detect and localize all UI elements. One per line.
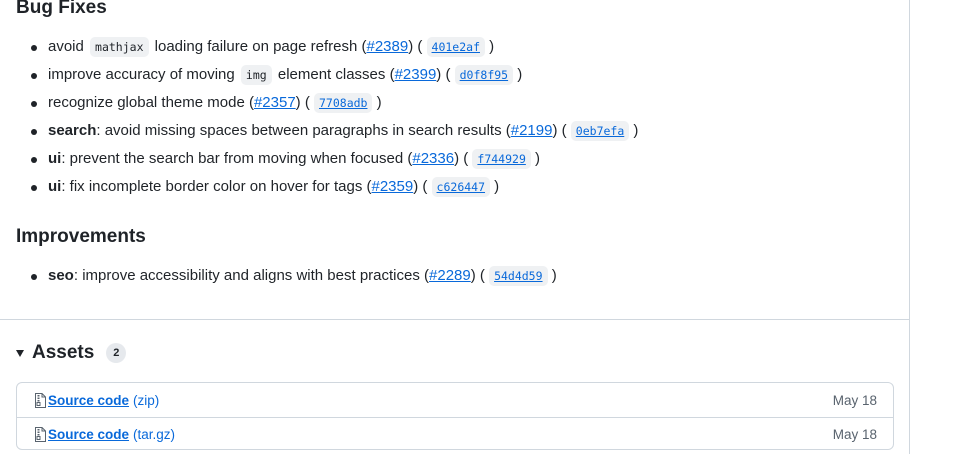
item-text: ) ( [552, 122, 571, 139]
item-text: ) ( [454, 150, 473, 167]
asset-extension[interactable]: (tar.gz) [133, 427, 175, 442]
file-zip-icon [35, 427, 46, 442]
scope-keyword: search [48, 122, 97, 139]
improvements-heading: Improvements [16, 226, 146, 247]
item-text: ) [485, 38, 495, 55]
commit-link[interactable]: 401e2af [426, 37, 485, 57]
item-text: : prevent the search bar from moving whe… [61, 150, 413, 167]
commit-link[interactable]: 0eb7efa [570, 121, 630, 141]
item-text: improve accuracy of moving [48, 66, 239, 83]
assets-list: Source code (zip) May 18 Source code (ta… [16, 382, 894, 450]
pull-request-link[interactable]: #2357 [254, 94, 296, 111]
scope-keyword: seo [48, 267, 74, 284]
assets-heading: Assets [32, 342, 95, 363]
item-text: ) [513, 66, 523, 83]
pull-request-link[interactable]: #2199 [511, 122, 553, 139]
item-text: ) [372, 94, 382, 111]
inline-code: mathjax [90, 37, 149, 57]
item-text: ) ( [408, 38, 427, 55]
pull-request-link[interactable]: #2336 [412, 150, 454, 167]
section-divider [0, 319, 910, 320]
item-text: loading failure on page refresh ( [150, 38, 367, 55]
asset-row: Source code (tar.gz) May 18 [17, 417, 893, 449]
commit-link[interactable]: 54d4d59 [489, 266, 548, 286]
list-item: ui: fix incomplete border color on hover… [30, 176, 638, 204]
pull-request-link[interactable]: #2389 [366, 38, 408, 55]
scope-keyword: ui [48, 150, 62, 167]
item-text: ) [490, 178, 500, 195]
asset-link[interactable]: Source code [48, 427, 129, 442]
item-text: ) ( [295, 94, 314, 111]
list-item: recognize global theme mode (#2357) ( 77… [30, 92, 638, 120]
commit-link[interactable]: d0f8f95 [454, 65, 514, 85]
asset-extension[interactable]: (zip) [133, 393, 159, 408]
item-text: ) [629, 122, 639, 139]
file-zip-icon [35, 392, 46, 408]
bug-fixes-list: avoid mathjax loading failure on page re… [30, 36, 638, 204]
asset-date: May 18 [832, 427, 877, 442]
item-text: : avoid missing spaces between paragraph… [96, 122, 511, 139]
pull-request-link[interactable]: #2289 [429, 267, 471, 284]
list-item: seo: improve accessibility and aligns wi… [30, 265, 557, 293]
list-item: improve accuracy of moving img element c… [30, 64, 638, 92]
commit-link[interactable]: 7708adb [314, 93, 373, 113]
pull-request-link[interactable]: #2359 [372, 178, 414, 195]
inline-code: img [240, 65, 272, 85]
scope-keyword: ui [48, 178, 62, 195]
list-item: search: avoid missing spaces between par… [30, 120, 638, 148]
assets-toggle[interactable]: Assets 2 [16, 340, 127, 366]
list-item: avoid mathjax loading failure on page re… [30, 36, 638, 64]
item-text: ) [530, 150, 541, 167]
commit-link[interactable]: c626447 [431, 177, 491, 197]
item-text: recognize global theme mode ( [48, 94, 254, 111]
item-text: : fix incomplete border color on hover f… [61, 178, 372, 195]
asset-row: Source code (zip) May 18 [17, 383, 893, 417]
asset-link[interactable]: Source code [48, 393, 129, 408]
bug-fixes-heading: Bug Fixes [16, 0, 107, 18]
asset-date: May 18 [832, 392, 877, 408]
pull-request-link[interactable]: #2399 [395, 66, 437, 83]
item-text: element classes ( [273, 66, 395, 83]
list-item: ui: prevent the search bar from moving w… [30, 148, 638, 176]
item-text: avoid [48, 38, 89, 55]
item-text: : improve accessibility and aligns with … [73, 267, 430, 284]
triangle-down-icon [16, 349, 24, 357]
item-text: ) ( [436, 66, 455, 83]
item-text: ) ( [413, 178, 432, 195]
item-text: ) [547, 267, 557, 284]
release-notes-panel: Bug Fixes avoid mathjax loading failure … [0, 0, 910, 454]
commit-link[interactable]: f744929 [472, 149, 531, 169]
assets-count-badge: 2 [106, 343, 127, 363]
item-text: ) ( [470, 267, 490, 284]
improvements-list: seo: improve accessibility and aligns wi… [30, 265, 557, 293]
